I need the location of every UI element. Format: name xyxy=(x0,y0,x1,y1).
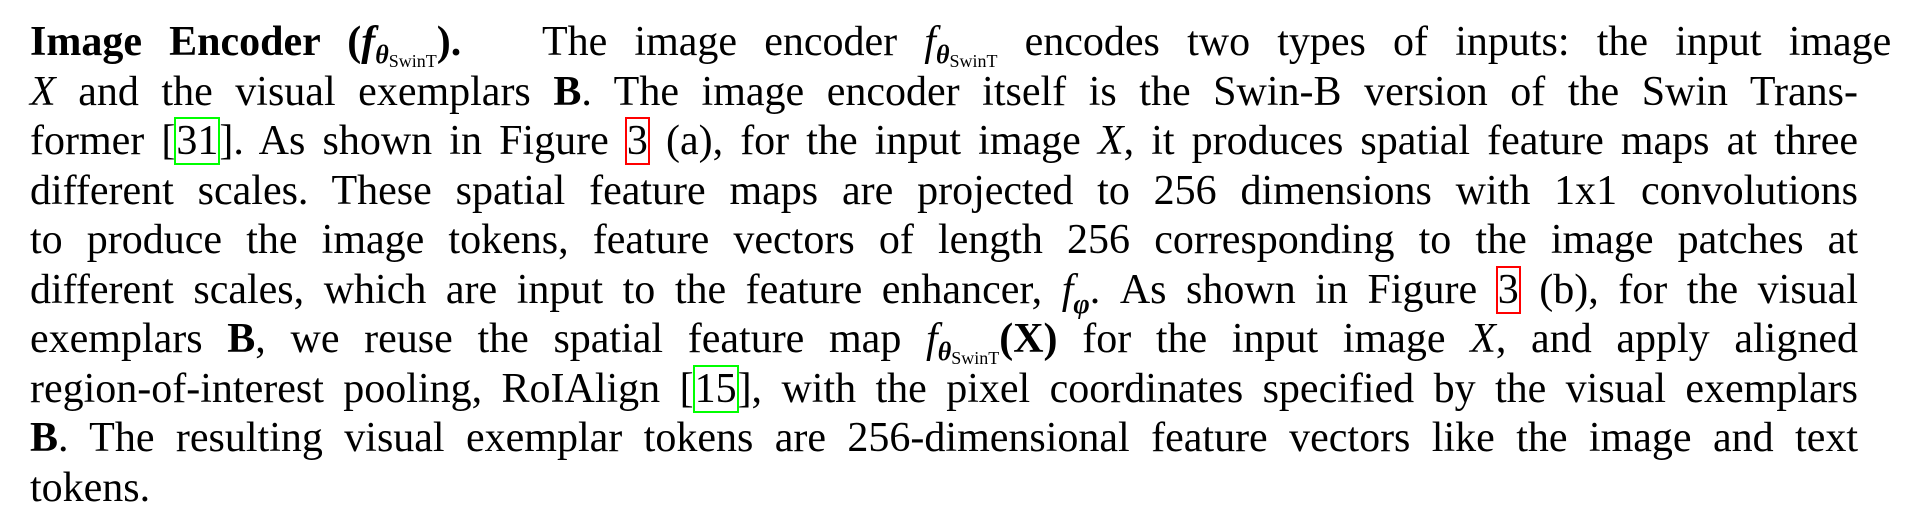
line-4: different scales. These spatial feature … xyxy=(30,167,1858,214)
math-f-theta-swint: fθSwinT xyxy=(924,19,998,71)
citation-link-15[interactable]: 15 xyxy=(692,364,739,413)
citation-link-31[interactable]: 31 xyxy=(174,117,221,165)
line-1: Image Encoder (fθSwinT). The image encod… xyxy=(30,19,1892,71)
figure-ref-link-3b[interactable]: 3 xyxy=(1495,265,1521,314)
line-10: tokens. xyxy=(30,464,151,511)
line-6: different scales, which are input to the… xyxy=(30,265,1858,320)
figure-ref-link-3a[interactable]: 3 xyxy=(624,117,650,165)
line-3: former [31]. As shown in Figure 3 (a), f… xyxy=(30,117,1858,165)
math-f-theta-swint-x: fθSwinT xyxy=(926,316,1000,368)
line-5: to produce the image tokens, feature vec… xyxy=(30,217,1858,263)
line-7: exemplars B, we reuse the spatial featur… xyxy=(30,316,1858,368)
line-2: X and the visual exemplars B. The image … xyxy=(30,68,1858,115)
line-9: B. The resulting visual exemplar tokens … xyxy=(30,415,1858,461)
section-heading: Image Encoder (fθSwinT). xyxy=(30,19,462,71)
paragraph-image-encoder: Image Encoder (fθSwinT). The image encod… xyxy=(30,18,1892,513)
line-8: region-of-interest pooling, RoIAlign [15… xyxy=(30,364,1858,413)
